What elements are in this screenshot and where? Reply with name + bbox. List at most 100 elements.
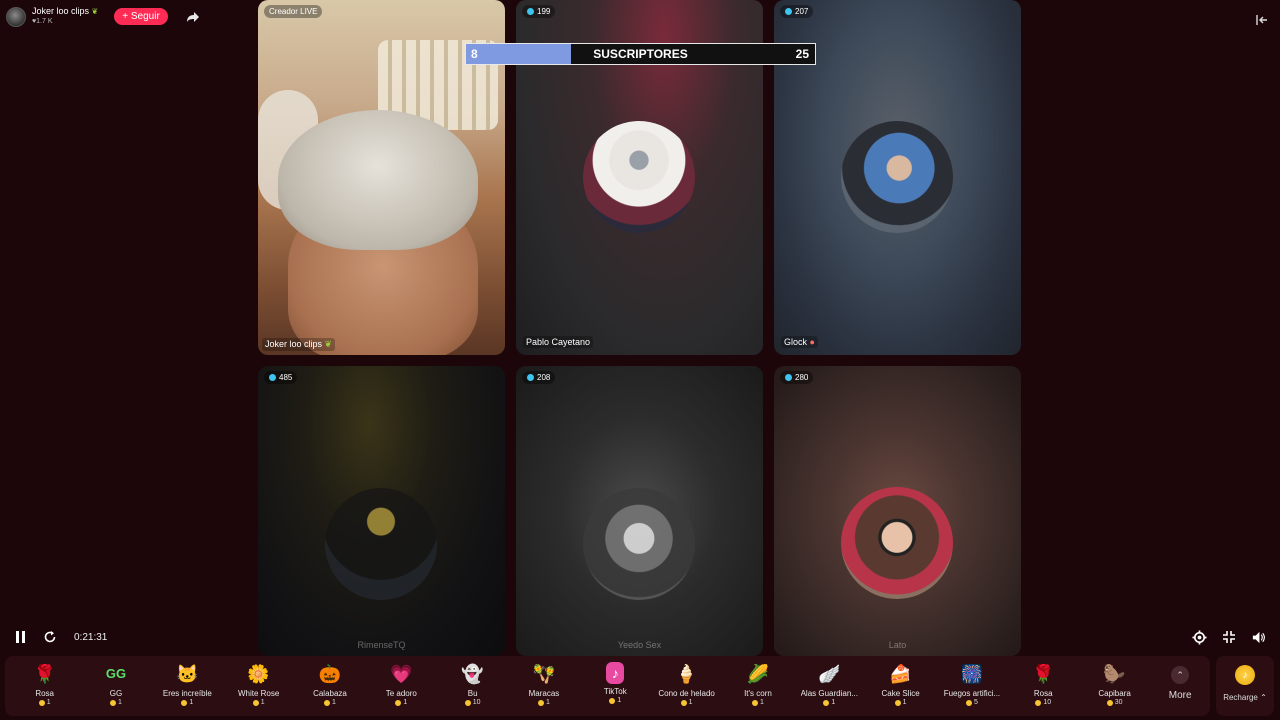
coin-icon <box>181 699 188 706</box>
ghost-icon: 👻 <box>461 664 484 684</box>
hair-shape <box>278 110 478 250</box>
gift-item[interactable]: ♪ TikTok 1 <box>580 656 651 716</box>
coin-icon <box>1035 699 1042 706</box>
gift-item[interactable]: 🦫 Capibara 30 <box>1079 656 1150 716</box>
gift-price-value: 1 <box>546 699 550 706</box>
guest-tile[interactable]: 485 RimenseTQ <box>258 366 505 656</box>
gift-price-value: 5 <box>973 699 978 706</box>
gift-item[interactable]: 🌹 Rosa 1 <box>9 656 80 716</box>
gift-price: 10 <box>464 699 481 706</box>
gift-item[interactable]: 💗 Te adoro 1 <box>366 656 437 716</box>
coin-icon <box>1106 699 1113 706</box>
coin-icon <box>38 699 45 706</box>
leaf-icon: ❦ <box>324 339 333 349</box>
gift-item[interactable]: 🌼 White Rose 1 <box>223 656 294 716</box>
gift-price: 1 <box>324 699 336 706</box>
host-info: Joker loo clips ❦ ♥1.7 K + Seguir <box>6 6 200 27</box>
host-meta: Joker loo clips ❦ ♥1.7 K <box>32 6 98 27</box>
pause-icon[interactable] <box>14 630 28 644</box>
more-gifts-button[interactable]: ⌃ More <box>1150 656 1210 716</box>
gift-price: 10 <box>1035 699 1051 706</box>
gift-price: 1 <box>181 699 193 706</box>
score-icon <box>785 8 792 15</box>
settings-icon[interactable] <box>1192 630 1207 645</box>
ice-cream-icon: 🍦 <box>675 664 698 684</box>
guest-name: RimenseTQ <box>357 640 406 650</box>
gift-item[interactable]: 🪇 Maracas 1 <box>508 656 579 716</box>
guest-name: Joker loo clips <box>265 339 323 349</box>
white-rose-icon: 🌼 <box>247 664 270 684</box>
playback-time: 0:21:31 <box>74 632 108 643</box>
viewer-score: 199 <box>537 7 551 16</box>
viewer-score-badge: 485 <box>264 371 298 384</box>
exit-fullscreen-icon[interactable] <box>1222 630 1236 644</box>
wings-icon: 🪽 <box>818 664 841 684</box>
gift-name: Maracas <box>528 689 560 698</box>
tiktok-icon: ♪ <box>606 662 625 684</box>
subscribers-progress-bar: 8 SUSCRIPTORES 25 <box>465 43 816 65</box>
guest-tile[interactable]: 208 Yeedo Sex <box>516 366 763 656</box>
guest-avatar <box>583 121 695 233</box>
gift-item[interactable]: 🎃 Calabaza 1 <box>294 656 365 716</box>
follow-button[interactable]: + Seguir <box>114 8 168 25</box>
host-name[interactable]: Joker loo clips <box>32 6 89 16</box>
host-likes-row: ♥1.7 K <box>32 17 98 27</box>
heart-icon: 💗 <box>390 664 413 684</box>
gift-item[interactable]: 👻 Bu 10 <box>437 656 508 716</box>
coin-icon <box>252 699 259 706</box>
viewer-score-badge: 208 <box>522 371 556 384</box>
tiktok-coin-icon: ♪ <box>1235 665 1255 685</box>
guest-tile[interactable]: 280 Lato <box>774 366 1021 656</box>
gift-item[interactable]: 🌽 It's corn 1 <box>722 656 793 716</box>
gift-price: 1 <box>894 699 907 706</box>
multi-guest-grid: Creador LIVE Joker loo clips ❦ 199 Pablo… <box>258 0 1021 656</box>
guest-name[interactable]: Pablo Cayetano <box>523 336 594 348</box>
host-avatar[interactable] <box>6 6 26 27</box>
gift-name: Rosa <box>35 689 54 698</box>
gift-name: Rosa <box>1033 689 1053 698</box>
gift-name: White Rose <box>237 689 280 698</box>
gift-price: 5 <box>965 699 978 706</box>
gift-item[interactable]: 🐱 Eres increíble 1 <box>152 656 223 716</box>
viewer-score: 207 <box>795 7 809 16</box>
guest-name-tag[interactable]: Glock ● <box>781 336 818 348</box>
share-icon[interactable] <box>186 10 200 24</box>
live-stream-view: Joker loo clips ❦ ♥1.7 K + Seguir Creado… <box>0 0 1280 720</box>
host-name-row[interactable]: Joker loo clips ❦ <box>32 6 98 17</box>
gift-item[interactable]: 🍰 Cake Slice 1 <box>865 656 936 716</box>
gift-name: Eres increíble <box>162 689 212 698</box>
gift-item[interactable]: 🎆 Fuegos artifici... 5 <box>936 656 1007 716</box>
gift-item[interactable]: 🌹 Rosa 10 <box>1008 656 1079 716</box>
gift-price: 1 <box>538 699 550 706</box>
gift-price: 1 <box>395 699 407 706</box>
maracas-icon: 🪇 <box>532 664 556 684</box>
gift-name: TikTok <box>603 687 627 696</box>
coin-icon <box>395 699 402 706</box>
coin-icon <box>751 699 758 706</box>
coin-icon <box>823 699 830 706</box>
gift-price: 1 <box>110 699 122 706</box>
gift-item[interactable]: 🍦 Cono de helado 1 <box>651 656 722 716</box>
recharge-label: Recharge ⌃ <box>1223 693 1267 702</box>
host-likes: 1.7 K <box>36 18 53 25</box>
coin-icon <box>538 699 544 706</box>
recharge-button[interactable]: ♪ Recharge ⌃ <box>1216 656 1274 716</box>
subscribers-goal: 25 <box>795 47 809 61</box>
viewer-score-badge: 199 <box>522 5 556 18</box>
coin-icon <box>110 699 117 706</box>
coin-icon <box>324 699 331 706</box>
corn-icon: 🌽 <box>746 664 770 684</box>
coin-icon <box>894 699 901 706</box>
volume-icon[interactable] <box>1251 630 1266 645</box>
rose-icon: 🌹 <box>33 664 56 684</box>
capybara-icon: 🦫 <box>1103 664 1126 684</box>
gift-item[interactable]: GG GG 1 <box>80 656 151 716</box>
guest-name: Lato <box>888 640 907 650</box>
gift-price: 1 <box>252 699 265 706</box>
exit-icon[interactable] <box>1256 14 1268 26</box>
refresh-icon[interactable] <box>43 630 57 644</box>
guest-name-tag[interactable]: Joker loo clips ❦ <box>262 338 336 351</box>
score-icon <box>785 374 792 381</box>
guest-name: Glock <box>784 337 808 347</box>
gift-item[interactable]: 🪽 Alas Guardian... 1 <box>794 656 865 716</box>
